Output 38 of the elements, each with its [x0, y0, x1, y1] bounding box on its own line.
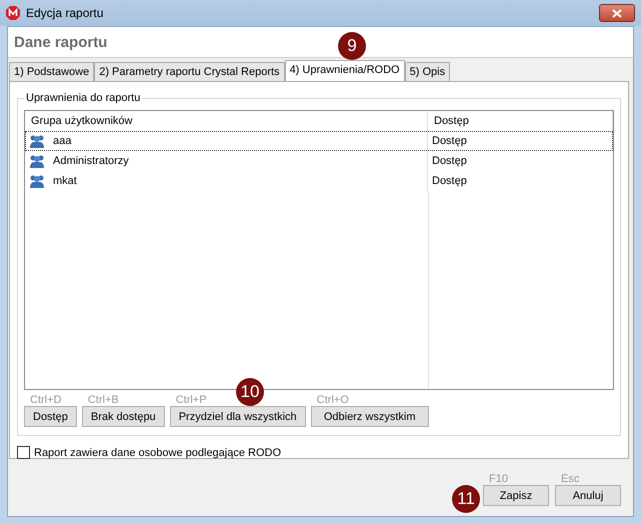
- list-row[interactable]: mkat Dostęp: [25, 171, 613, 191]
- group-title: Uprawnienia do raportu: [25, 92, 142, 104]
- shortcut-label: Ctrl+O: [316, 394, 349, 406]
- shortcut-label: Ctrl+P: [176, 394, 207, 406]
- checkbox[interactable]: [17, 446, 30, 459]
- column-header[interactable]: Dostęp: [428, 111, 613, 131]
- app-logo-icon: [6, 6, 20, 20]
- access-cell-text: Dostęp: [431, 174, 468, 189]
- tab[interactable]: 5) Opis: [404, 62, 450, 81]
- users-icon: [29, 174, 45, 188]
- users-icon: [29, 134, 45, 148]
- window-title: Edycja raportu: [26, 6, 104, 20]
- header-title: Dane raportu: [14, 34, 108, 50]
- action-button[interactable]: Odbierz wszystkim: [310, 406, 429, 427]
- access-cell-text: Dostęp: [431, 154, 468, 169]
- shortcut-label: Ctrl+D: [30, 394, 62, 406]
- access-cell-text: Dostęp: [431, 134, 468, 149]
- close-icon: [612, 8, 622, 18]
- users-icon: [29, 154, 45, 168]
- action-button[interactable]: Brak dostępu: [82, 406, 165, 427]
- close-button[interactable]: [599, 4, 635, 22]
- checkbox-label: Raport zawiera dane osobowe podlegające RODO: [34, 446, 282, 458]
- action-button[interactable]: Przydziel dla wszystkich: [170, 406, 306, 427]
- list-row[interactable]: aaa Dostęp: [25, 131, 613, 151]
- shortcut-label: F10: [489, 473, 508, 485]
- footer-button[interactable]: Zapisz: [483, 485, 549, 506]
- action-button[interactable]: Dostęp: [24, 406, 77, 427]
- shortcut-label: Ctrl+B: [88, 394, 119, 406]
- list-row[interactable]: Administratorzy Dostęp: [25, 151, 613, 171]
- group-name: Administratorzy: [53, 155, 129, 167]
- tab[interactable]: 2) Parametry raportu Crystal Reports: [94, 62, 285, 81]
- footer-button[interactable]: Anuluj: [555, 485, 621, 506]
- group-name: aaa: [53, 135, 72, 147]
- tab[interactable]: 4) Uprawnienia/RODO: [284, 60, 405, 81]
- tab[interactable]: 1) Podstawowe: [9, 62, 94, 81]
- column-header[interactable]: Grupa użytkowników: [25, 111, 428, 131]
- shortcut-label: Esc: [561, 473, 580, 485]
- group-name: mkat: [53, 175, 77, 187]
